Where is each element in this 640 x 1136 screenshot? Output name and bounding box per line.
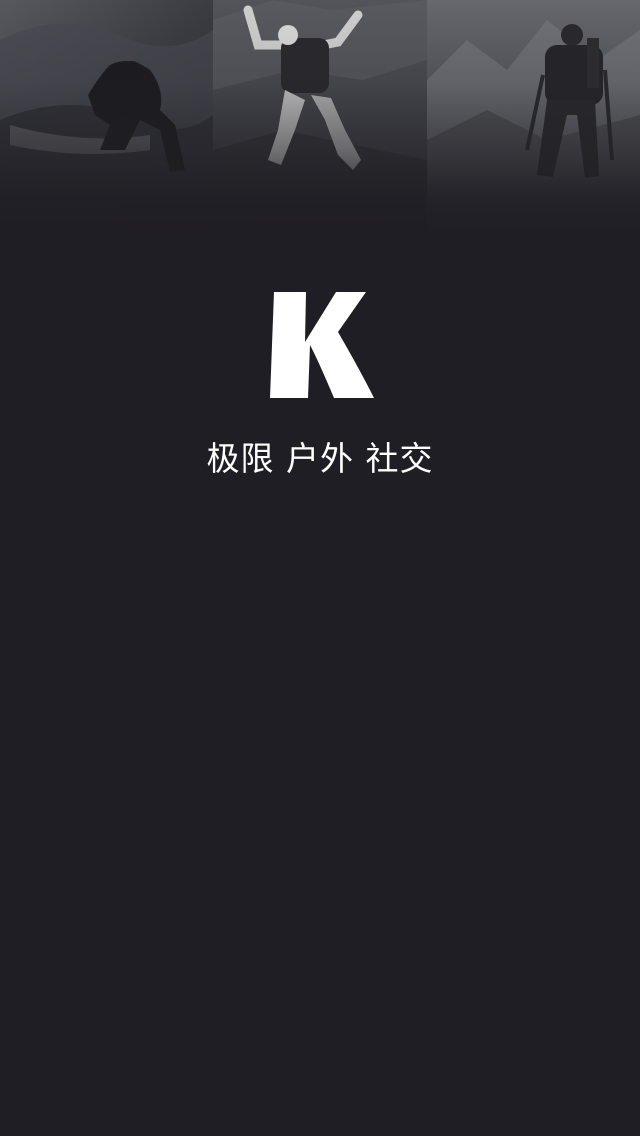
tagline-word: 极限	[206, 439, 275, 478]
hero-photo-strip	[0, 0, 640, 235]
tagline-word: 户外	[286, 439, 354, 478]
splash-screen: 极限 户外 社交	[0, 0, 640, 1136]
k-logo-icon	[268, 290, 376, 400]
hero-fade-overlay	[0, 0, 640, 235]
tagline: 极限 户外 社交	[0, 436, 640, 482]
tagline-word: 社交	[365, 439, 434, 478]
